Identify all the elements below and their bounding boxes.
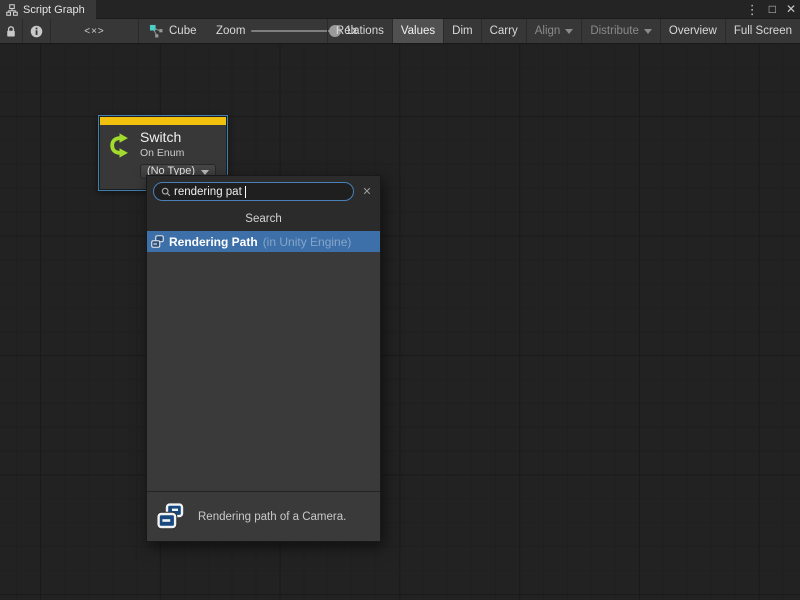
result-context: (in Unity Engine) (263, 235, 352, 249)
info-icon (30, 25, 43, 38)
lock-button[interactable] (0, 19, 23, 43)
description-panel: Rendering path of a Camera. (147, 491, 380, 541)
relations-button[interactable]: Relations (327, 19, 392, 43)
switch-branch-icon (106, 132, 133, 179)
info-button[interactable] (23, 19, 51, 43)
zoom-label: Zoom (216, 25, 245, 37)
lock-icon (5, 25, 17, 38)
tab-label: Script Graph (23, 4, 85, 16)
finder-header: rendering pat ✕ (147, 176, 380, 206)
graph-canvas[interactable]: Switch On Enum (No Type) (0, 44, 800, 600)
full-screen-button[interactable]: Full Screen (725, 19, 800, 43)
align-button[interactable]: Align (526, 19, 582, 43)
script-graph-icon (6, 4, 18, 16)
node-subtitle: On Enum (140, 147, 216, 160)
enum-type-icon (151, 235, 164, 248)
toolbar-actions: Relations Values Dim Carry Align Distrib… (327, 19, 800, 43)
search-icon (161, 187, 171, 197)
titlebar: Script Graph ⋮ □ ✕ (0, 0, 800, 19)
result-row-rendering-path[interactable]: Rendering Path (in Unity Engine) (147, 231, 380, 252)
fuzzy-finder-popup: rendering pat ✕ Search Rendering Path (146, 175, 381, 542)
results-group-header: Search (147, 206, 380, 231)
values-button[interactable]: Values (392, 19, 443, 43)
search-query: rendering pat (174, 186, 242, 198)
graph-owner-label: Cube (169, 25, 197, 37)
graph-toolbar: <×> Cube Zoom 1x Relations Values (0, 19, 800, 44)
maximize-icon[interactable]: □ (769, 0, 776, 19)
chevron-down-icon (565, 29, 573, 34)
clear-search-button[interactable]: ✕ (359, 182, 375, 201)
dim-button[interactable]: Dim (443, 19, 480, 43)
text-caret (245, 186, 246, 198)
distribute-button[interactable]: Distribute (581, 19, 660, 43)
overview-button[interactable]: Overview (660, 19, 725, 43)
chevron-down-icon (644, 29, 652, 34)
result-description: Rendering path of a Camera. (198, 511, 346, 523)
close-icon[interactable]: ✕ (786, 0, 796, 19)
graph-owner-breadcrumb[interactable]: Cube (139, 19, 207, 43)
graph-node-icon (149, 24, 164, 38)
node-warning-bar (100, 117, 226, 125)
window-controls: ⋮ □ ✕ (746, 0, 796, 19)
code-icon: <×> (84, 26, 105, 37)
node-title: Switch (140, 129, 216, 146)
results-list[interactable]: Rendering Path (in Unity Engine) (147, 231, 380, 492)
enum-type-icon-large (157, 503, 184, 530)
inspect-code-button[interactable]: <×> (51, 19, 139, 43)
search-input[interactable]: rendering pat (153, 182, 354, 201)
window-menu-icon[interactable]: ⋮ (746, 0, 759, 19)
carry-button[interactable]: Carry (481, 19, 526, 43)
unity-script-graph-window: Script Graph ⋮ □ ✕ (0, 0, 800, 600)
result-name: Rendering Path (169, 235, 258, 249)
tab-script-graph[interactable]: Script Graph (0, 0, 96, 19)
